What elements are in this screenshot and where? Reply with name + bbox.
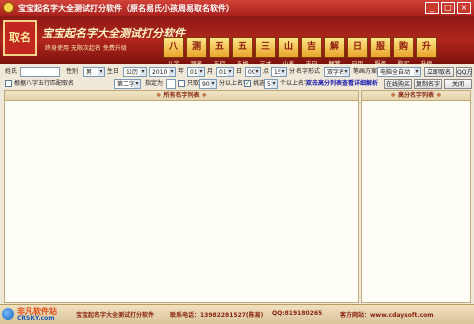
upgrade-icon: 升 xyxy=(416,37,437,58)
scroll-ornament-right-icon: ❖ xyxy=(434,92,442,99)
jiri-icon: 吉 xyxy=(301,37,322,58)
wuxing-icon: 五 xyxy=(209,37,230,58)
footer: 非凡软件站 CRSKY.com 宝宝起名字大全测试打分软件 联系电话：13982… xyxy=(0,304,474,324)
banner: 取名 宝宝起名字大全测试打分软件 终身使用 无限次起名 免费升级 八八字测测名五… xyxy=(0,16,474,68)
strokes-select[interactable]: 电脑全自动 xyxy=(377,67,421,77)
footer-website[interactable]: 客方网站：www.cdaysoft.com xyxy=(340,310,434,319)
scroll-ornament-left-icon: ❖ xyxy=(390,92,398,99)
wuge-icon: 五 xyxy=(232,37,253,58)
high-score-panel[interactable]: ❖ 高分名字列表 ❖ xyxy=(361,90,471,303)
copy-name-button[interactable]: 复制名字 xyxy=(414,79,442,89)
high-score-title: 高分名字列表 xyxy=(397,92,434,99)
high-score-header: ❖ 高分名字列表 ❖ xyxy=(362,91,470,101)
close-button[interactable]: 关闭 xyxy=(444,79,472,89)
form-right-panel: 电脑全自动 立即取名 QQ方 在线购买 复制名字 关闭 xyxy=(0,64,474,89)
scroll-ornament-right-icon: ❖ xyxy=(199,92,207,99)
qq-button[interactable]: QQ方 xyxy=(456,67,472,77)
all-names-panel[interactable]: ❖ 所有名字列表 ❖ xyxy=(4,90,359,303)
watermark-brand-en: CRSKY.com xyxy=(17,315,55,322)
bazi-icon: 八 xyxy=(163,37,184,58)
all-names-header: ❖ 所有名字列表 ❖ xyxy=(5,91,358,101)
window-title: 宝宝起名字大全测试打分软件（原名易氏小孩周易取名软件） xyxy=(18,4,234,13)
app-icon xyxy=(3,2,14,13)
online-buy-button[interactable]: 在线购买 xyxy=(384,79,412,89)
title-bar: 宝宝起名字大全测试打分软件（原名易氏小孩周易取名软件） _ □ × xyxy=(0,0,474,16)
jiemeng-icon: 解 xyxy=(324,37,345,58)
sancai-icon: 三 xyxy=(255,37,276,58)
app-subtitle: 终身使用 无限次起名 免费升级 xyxy=(45,45,127,52)
minimize-button[interactable]: _ xyxy=(425,2,439,14)
watermark-logo: 非凡软件站 CRSKY.com xyxy=(2,305,74,324)
close-window-button[interactable]: × xyxy=(457,2,471,14)
footer-phone: 联系电话：13982281527(陈易) xyxy=(170,312,264,319)
app-logo: 取名 xyxy=(3,20,37,56)
calendar-icon: 日 xyxy=(347,37,368,58)
buy-icon: 购 xyxy=(393,37,414,58)
window-controls: _ □ × xyxy=(425,2,471,14)
footer-qq: QQ:819180265 xyxy=(272,310,323,317)
all-names-title: 所有名字列表 xyxy=(163,92,200,99)
shanming-icon: 山 xyxy=(278,37,299,58)
crsky-logo-icon xyxy=(2,308,14,320)
query-name-button[interactable]: 立即取名 xyxy=(424,67,454,77)
service-icon: 服 xyxy=(370,37,391,58)
footer-app-name: 宝宝起名字大全测试打分软件 xyxy=(76,312,155,319)
test-name-icon: 测 xyxy=(186,37,207,58)
maximize-button[interactable]: □ xyxy=(441,2,455,14)
